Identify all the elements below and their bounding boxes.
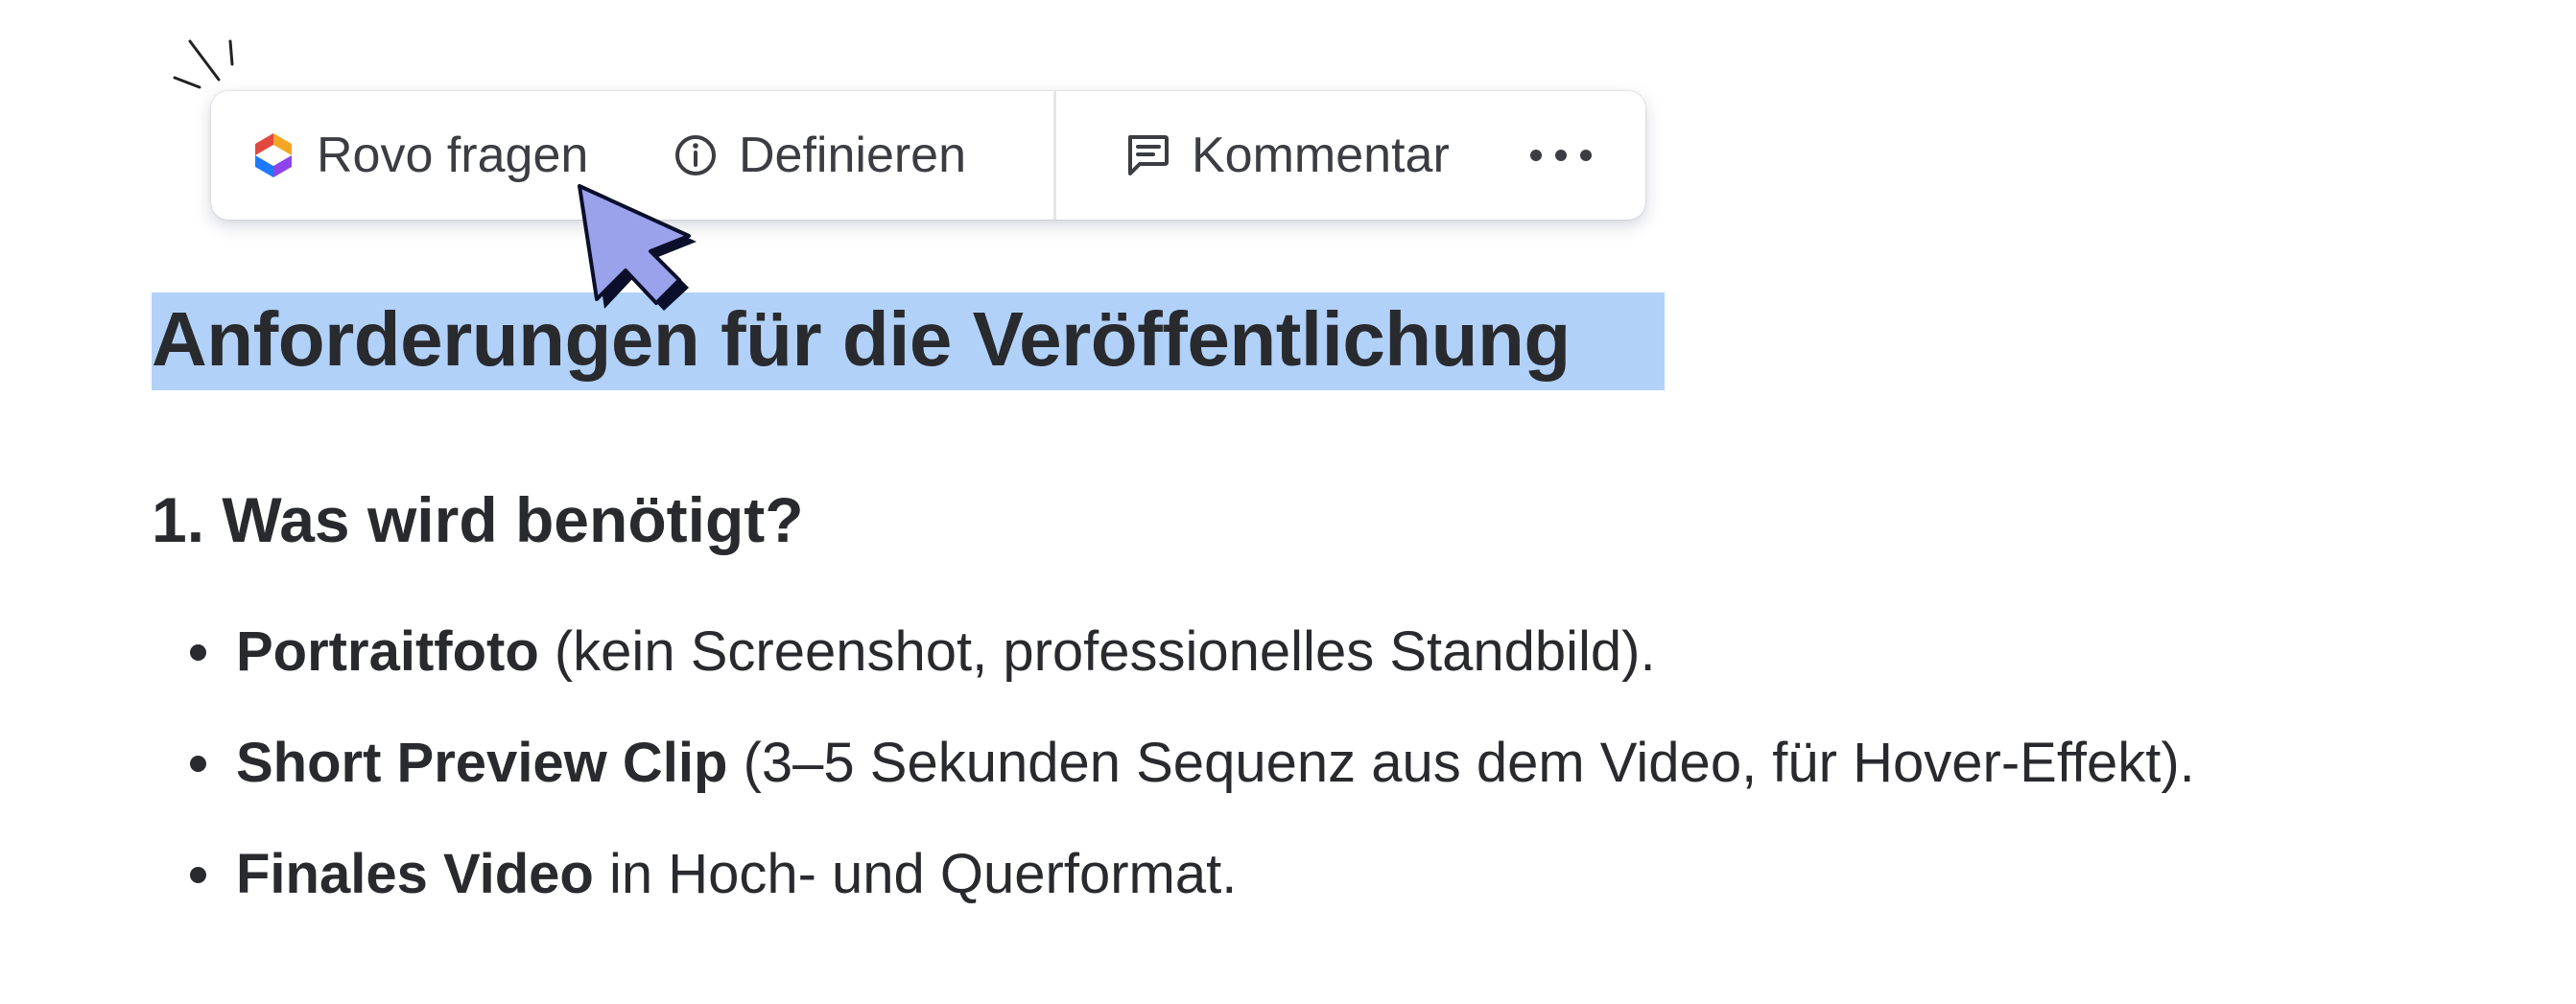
define-label: Definieren (739, 128, 967, 183)
ask-rovo-label: Rovo fragen (317, 128, 589, 183)
sparkle-decoration (173, 39, 234, 89)
bullet-dot-icon (190, 867, 206, 883)
more-options-button[interactable] (1527, 91, 1595, 220)
ask-rovo-button[interactable]: Rovo fragen (251, 91, 588, 220)
section-heading[interactable]: 1. Was wird benötigt? (152, 481, 804, 558)
list-item[interactable]: Short Preview Clip (3–5 Sekunden Sequenz… (152, 725, 2195, 836)
comment-label: Kommentar (1192, 128, 1450, 183)
info-icon (674, 133, 718, 177)
list-item-bold: Portraitfoto (236, 620, 539, 683)
list-item[interactable]: Finales Video in Hoch- und Querformat. (152, 836, 2195, 947)
list-item-text: (3–5 Sekunden Sequenz aus dem Video, für… (727, 732, 2195, 794)
selection-toolbar: Rovo fragen Definieren Kommentar (211, 91, 1645, 220)
requirements-list: Portraitfoto (kein Screenshot, professio… (152, 614, 2195, 947)
bullet-dot-icon (190, 644, 206, 661)
mouse-pointer-icon (578, 184, 697, 311)
list-item[interactable]: Portraitfoto (kein Screenshot, professio… (152, 614, 2195, 725)
page-heading[interactable]: Anforderungen für die Veröffentlichung (152, 291, 1571, 388)
ellipsis-icon (1527, 146, 1595, 165)
toolbar-divider (1053, 91, 1056, 220)
bullet-dot-icon (190, 756, 206, 772)
list-item-text: (kein Screenshot, professionelles Standb… (538, 620, 1656, 683)
list-item-bold: Finales Video (236, 843, 594, 905)
comment-button[interactable]: Kommentar (1124, 91, 1450, 220)
rovo-logo-icon (251, 131, 295, 179)
comment-icon (1124, 133, 1170, 177)
list-item-text: in Hoch- und Querformat. (593, 843, 1238, 905)
list-item-bold: Short Preview Clip (236, 732, 728, 794)
